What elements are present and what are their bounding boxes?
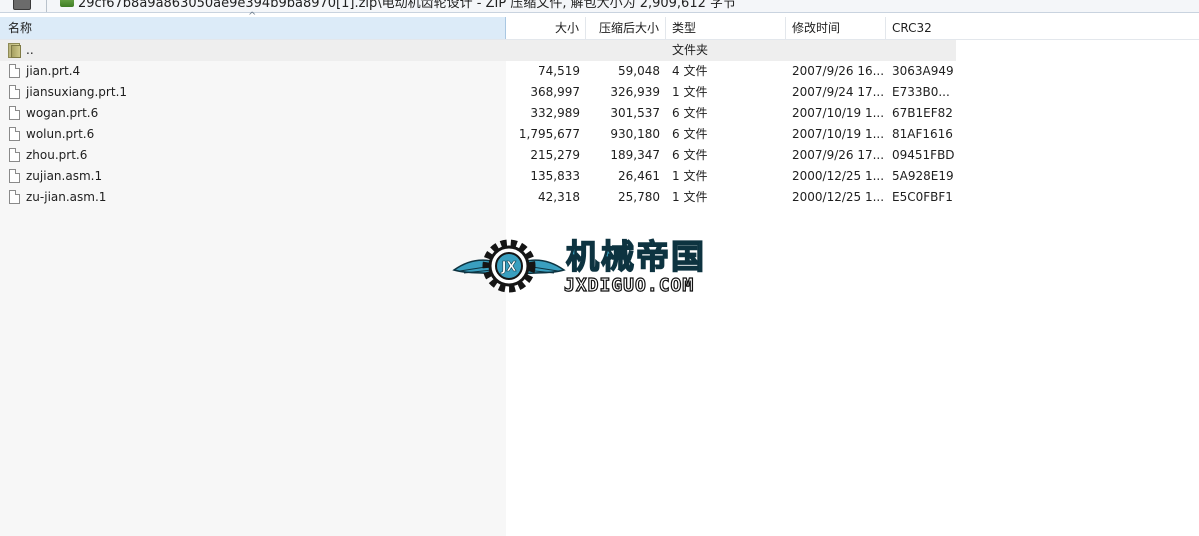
file-modified: 2007/9/24 17... — [792, 85, 885, 99]
file-row[interactable]: zujian.asm.1 135,833 26,461 1 文件 2000/12/25 … — [0, 166, 956, 187]
path-bar: 29cf67b8a9a863050ae9e394b9ba8970[1].zip\… — [0, 0, 1199, 13]
file-modified: 2007/9/26 17... — [792, 148, 885, 162]
file-size: 215,279 — [530, 148, 580, 162]
file-modified: 2007/10/19 1... — [792, 106, 885, 120]
emblem-letters: JX — [501, 260, 517, 275]
file-modified: 2007/9/26 16... — [792, 64, 885, 78]
file-size: 368,997 — [530, 85, 580, 99]
file-name: jian.prt.4 — [26, 64, 81, 78]
file-size: 42,318 — [538, 190, 580, 204]
file-crc32: 81AF1616 — [892, 127, 953, 141]
column-header-modified[interactable]: 修改时间 — [786, 17, 886, 39]
path-text[interactable]: 29cf67b8a9a863050ae9e394b9ba8970[1].zip\… — [78, 0, 736, 11]
file-size: 1,795,677 — [518, 127, 580, 141]
file-size: 332,989 — [530, 106, 580, 120]
file-row[interactable]: zu-jian.asm.1 42,318 25,780 1 文件 2000/12/25 … — [0, 187, 956, 208]
file-packed-size: 59,048 — [618, 64, 660, 78]
parent-folder-type: 文件夹 — [672, 43, 709, 57]
file-name: zu-jian.asm.1 — [26, 190, 107, 204]
archive-window: 29cf67b8a9a863050ae9e394b9ba8970[1].zip\… — [0, 0, 1199, 536]
file-size: 135,833 — [530, 169, 580, 183]
gear-wings-emblem-icon: JX — [452, 239, 566, 293]
file-row[interactable]: jian.prt.4 74,519 59,048 4 文件 2007/9/26 16..… — [0, 61, 956, 82]
file-packed-size: 189,347 — [610, 148, 660, 162]
file-crc32: 5A928E19 — [892, 169, 954, 183]
file-crc32: E5C0FBF1 — [892, 190, 953, 204]
path-separator — [46, 0, 47, 12]
watermark-title: 机械帝国 — [565, 237, 706, 277]
file-size: 74,519 — [538, 64, 580, 78]
watermark-subtitle: JXDIGUO.COM — [563, 275, 695, 296]
file-modified: 2000/12/25 1... — [792, 169, 885, 183]
file-crc32: 09451FBD — [892, 148, 955, 162]
jxdiguo-watermark-logo: JX 机械帝国 JXDIGUO.COM — [452, 236, 752, 300]
file-packed-size: 326,939 — [610, 85, 660, 99]
column-header-type[interactable]: 类型 — [666, 17, 786, 39]
file-name: wogan.prt.6 — [26, 106, 99, 120]
column-header-name[interactable]: 名称 ^ — [0, 11, 506, 39]
file-crc32: 67B1EF82 — [892, 106, 953, 120]
file-type: 6 文件 — [672, 127, 708, 141]
file-type: 4 文件 — [672, 64, 708, 78]
file-row[interactable]: jiansuxiang.prt.1 368,997 326,939 1 文件 2007/… — [0, 82, 956, 103]
parent-folder-row[interactable]: .. 文件夹 — [0, 40, 956, 61]
column-header-name-label: 名称 — [8, 21, 33, 35]
file-type: 1 文件 — [672, 169, 708, 183]
file-row[interactable]: wolun.prt.6 1,795,677 930,180 6 文件 2007/10/1… — [0, 124, 956, 145]
file-packed-size: 26,461 — [618, 169, 660, 183]
column-header-size[interactable]: 大小 — [506, 17, 586, 39]
file-name: jiansuxiang.prt.1 — [26, 85, 128, 99]
parent-folder-name: .. — [26, 43, 34, 57]
file-modified: 2000/12/25 1... — [792, 190, 885, 204]
file-name: wolun.prt.6 — [26, 127, 95, 141]
archive-app-icon[interactable] — [13, 0, 31, 10]
sort-ascending-icon: ^ — [248, 11, 257, 22]
file-row[interactable]: zhou.prt.6 215,279 189,347 6 文件 2007/9/26 17… — [0, 145, 956, 166]
column-header-packed-size[interactable]: 压缩后大小 — [586, 17, 666, 39]
file-crc32: E733B0... — [892, 85, 950, 99]
file-type: 6 文件 — [672, 148, 708, 162]
file-packed-size: 301,537 — [610, 106, 660, 120]
file-modified: 2007/10/19 1... — [792, 127, 885, 141]
file-name: zhou.prt.6 — [26, 148, 88, 162]
file-type: 1 文件 — [672, 190, 708, 204]
file-type: 1 文件 — [672, 85, 708, 99]
file-name: zujian.asm.1 — [26, 169, 103, 183]
column-header-crc32[interactable]: CRC32 — [886, 17, 956, 39]
file-type: 6 文件 — [672, 106, 708, 120]
file-crc32: 3063A949 — [892, 64, 954, 78]
zip-file-icon — [60, 0, 74, 7]
file-row[interactable]: wogan.prt.6 332,989 301,537 6 文件 2007/10/19 … — [0, 103, 956, 124]
column-header-row: 名称 ^ 大小 压缩后大小 类型 修改时间 CRC32 — [0, 11, 1199, 40]
file-packed-size: 930,180 — [610, 127, 660, 141]
file-packed-size: 25,780 — [618, 190, 660, 204]
